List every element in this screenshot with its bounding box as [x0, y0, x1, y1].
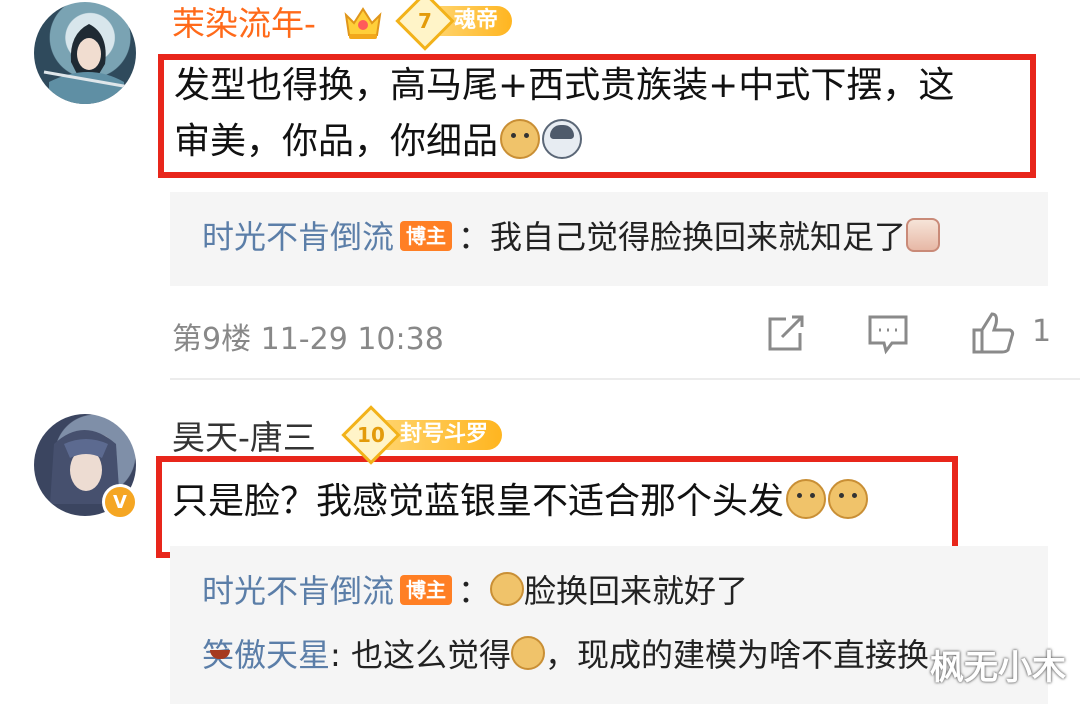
doge-emoji	[500, 119, 541, 159]
reply-box[interactable]: 时光不肯倒流 博主 ：我自己觉得脸换回来就知足了	[170, 192, 1048, 286]
user-avatar[interactable]	[34, 2, 136, 104]
doge-emoji	[786, 479, 827, 519]
reply-separator: :	[330, 636, 341, 674]
reply-text: ：我自己觉得脸换回来就知足了	[458, 218, 907, 256]
level-badge: 7 魂帝	[395, 0, 513, 51]
comment-username[interactable]: 昊天-唐三	[172, 418, 316, 458]
reply-author[interactable]: 时光不肯倒流	[202, 218, 394, 256]
husky-emoji	[542, 119, 583, 159]
avatar-illustration	[43, 24, 130, 104]
reply-box[interactable]: 时光不肯倒流 博主：脸换回来就好了 笑傲天星: 也这么觉得 ，现成的建模为啥不直接换	[170, 546, 1048, 704]
reply-text: 也这么觉得	[340, 636, 511, 674]
reply-text: ，现成的建模为啥不直接换	[544, 636, 929, 674]
laugh-cry-emoji	[510, 636, 545, 670]
comment-text: 只是脸？我感觉蓝银皇不适合那个头发	[172, 474, 869, 530]
like-count: 1	[1032, 314, 1052, 349]
reply-line: 时光不肯倒流 博主： 脸换回来就好了	[202, 568, 748, 614]
reply-separator: ：	[458, 572, 491, 610]
verified-badge: V	[102, 484, 138, 520]
like-icon[interactable]	[970, 310, 1016, 356]
crown-icon	[344, 7, 382, 39]
reply-line: 笑傲天星: 也这么觉得 ，现成的建模为啥不直接换	[202, 632, 929, 678]
comment-username[interactable]: 茉染流年-	[172, 4, 316, 44]
floor-time: 第9楼 11-29 10:38	[172, 322, 444, 357]
divider	[170, 378, 1080, 380]
reply-line: 时光不肯倒流 博主 ：我自己觉得脸换回来就知足了	[202, 214, 941, 260]
reply-text: 脸换回来就好了	[524, 572, 749, 610]
doge-emoji	[490, 572, 525, 606]
reply-author[interactable]: 时光不肯倒流	[202, 572, 394, 610]
level-title: 封号斗罗	[384, 420, 503, 450]
doge-emoji	[828, 479, 869, 519]
repost-icon[interactable]	[764, 313, 806, 355]
comment-text-line: 发型也得换，高马尾+西式贵族装+中式下摆，这	[174, 65, 955, 106]
author-badge: 博主	[400, 221, 453, 251]
level-badge: 10 封号斗罗	[341, 405, 503, 465]
author-badge: 博主	[400, 575, 453, 605]
cup-bunny-emoji	[906, 218, 941, 252]
comment-text-line: 审美，你品，你细品	[174, 114, 1024, 170]
comment-icon[interactable]	[866, 313, 910, 355]
comment-text: 发型也得换，高马尾+西式贵族装+中式下摆，这 审美，你品，你细品	[174, 58, 1024, 170]
watermark: 枫无小木	[930, 648, 1066, 688]
